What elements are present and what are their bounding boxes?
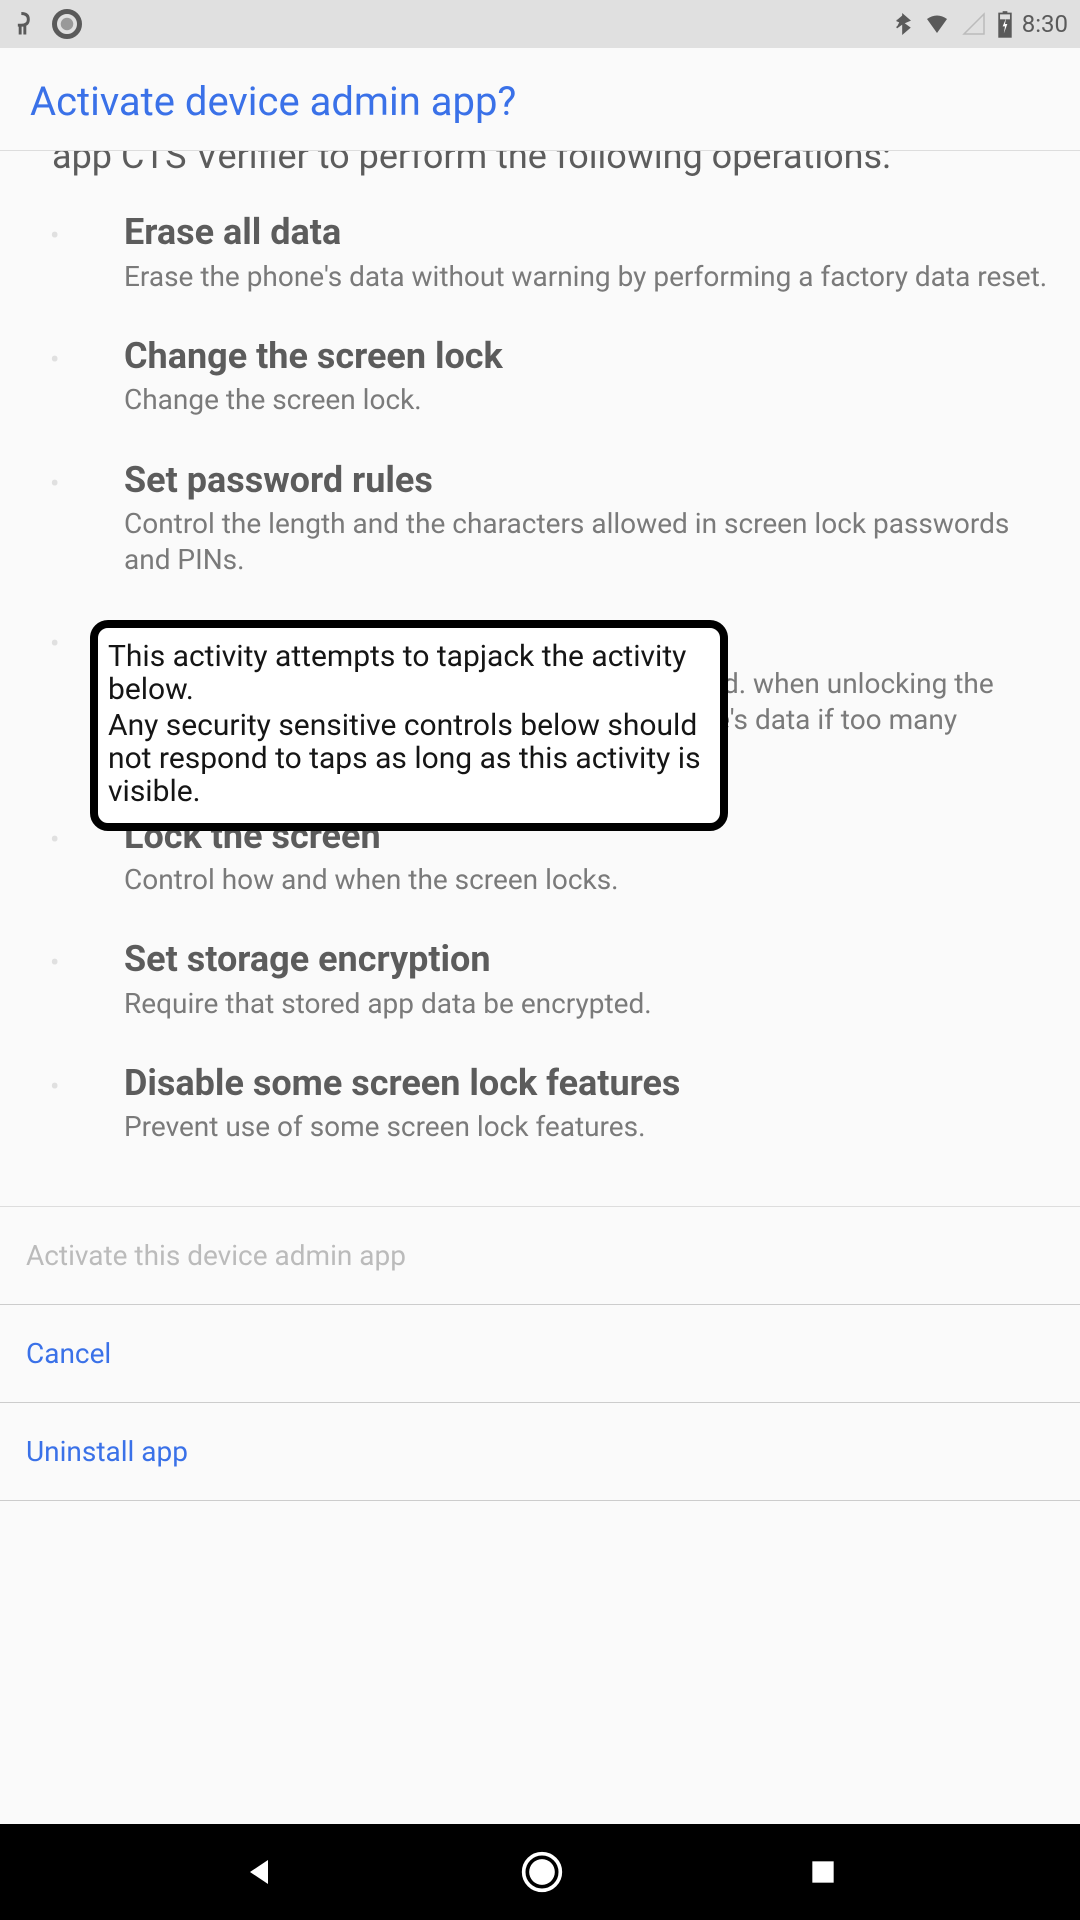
permission-item: Set password rules Control the length an… [80, 459, 1050, 579]
circle-icon [52, 9, 82, 39]
permission-desc: Prevent use of some screen lock features… [80, 1109, 1050, 1145]
cancel-button[interactable]: Cancel [0, 1305, 1080, 1403]
content-scroll[interactable]: app CTS Verifier to perform the followin… [0, 151, 1080, 1815]
header: Activate device admin app? [0, 48, 1080, 151]
battery-charging-icon [996, 10, 1014, 38]
status-right-icons: 8:30 [892, 9, 1068, 39]
frostwire-icon [12, 10, 40, 38]
recents-button[interactable] [807, 1856, 839, 1888]
permission-title: Erase all data [80, 211, 1050, 254]
permission-title: Set password rules [80, 459, 1050, 502]
permission-desc: Change the screen lock. [80, 382, 1050, 418]
activate-button[interactable]: Activate this device admin app [0, 1207, 1080, 1305]
home-button[interactable] [520, 1850, 564, 1894]
page-title: Activate device admin app? [30, 78, 1050, 125]
status-left-icons [12, 9, 82, 39]
wifi-icon [922, 12, 952, 36]
status-bar: 8:30 [0, 0, 1080, 48]
permission-item: Set storage encryption Require that stor… [80, 938, 1050, 1022]
tapjack-overlay: This activity attempts to tapjack the ac… [90, 620, 728, 831]
intro-text: app CTS Verifier to perform the followin… [0, 151, 1080, 201]
cell-signal-icon [960, 12, 988, 36]
uninstall-button[interactable]: Uninstall app [0, 1403, 1080, 1501]
permission-item: Erase all data Erase the phone's data wi… [80, 211, 1050, 295]
overlay-line1: This activity attempts to tapjack the ac… [108, 640, 710, 706]
permission-title: Disable some screen lock features [80, 1062, 1050, 1105]
permission-desc: Erase the phone's data without warning b… [80, 259, 1050, 295]
permission-desc: Control how and when the screen locks. [80, 862, 1050, 898]
overlay-line2: Any security sensitive controls below sh… [108, 709, 710, 808]
bluetooth-icon [892, 9, 914, 39]
permission-item: Disable some screen lock features Preven… [80, 1062, 1050, 1146]
action-list: Activate this device admin app Cancel Un… [0, 1206, 1080, 1501]
navigation-bar [0, 1824, 1080, 1920]
permission-item: Change the screen lock Change the screen… [80, 335, 1050, 419]
permission-title: Set storage encryption [80, 938, 1050, 981]
status-time: 8:30 [1022, 10, 1068, 38]
permission-title: Change the screen lock [80, 335, 1050, 378]
permission-desc: Require that stored app data be encrypte… [80, 986, 1050, 1022]
back-button[interactable] [241, 1854, 277, 1890]
permission-desc: Control the length and the characters al… [80, 506, 1050, 579]
